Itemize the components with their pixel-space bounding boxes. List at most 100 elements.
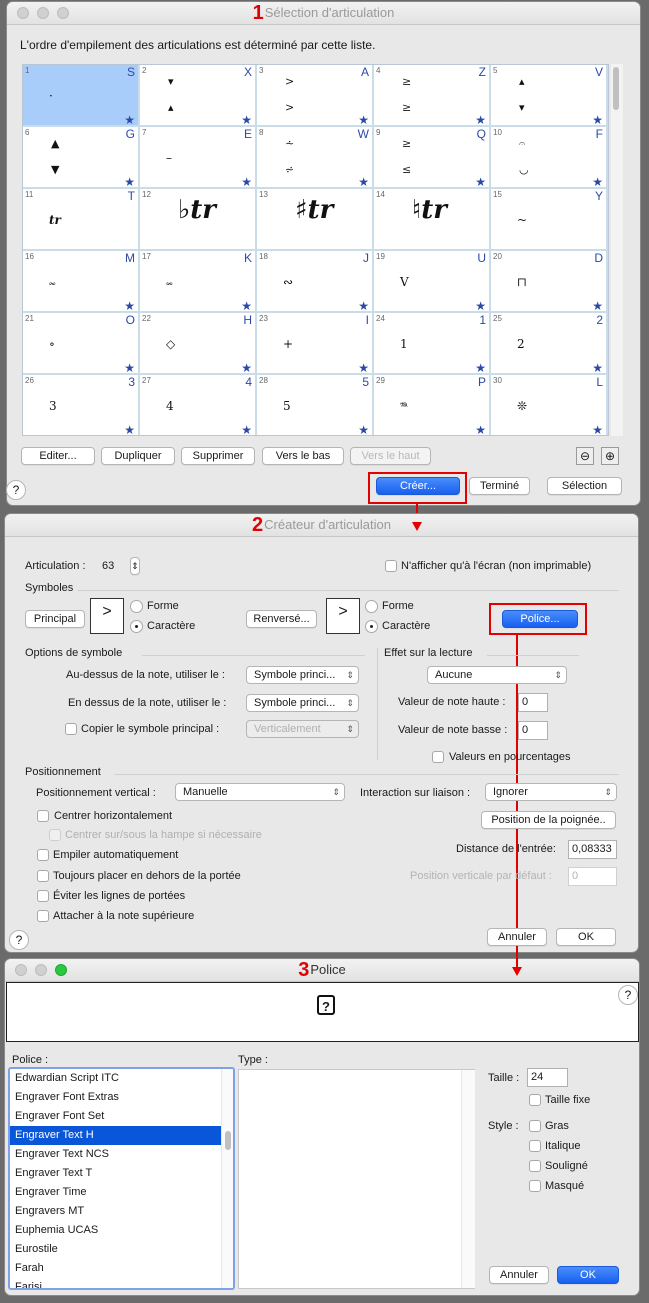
- close-window-button[interactable]: [15, 964, 27, 976]
- font-list-item[interactable]: Farisi: [10, 1278, 221, 1288]
- articulation-cell[interactable]: 1 S · ★: [23, 65, 138, 127]
- articulation-cell[interactable]: 12 ♭tr: [140, 189, 255, 249]
- minimize-window-button[interactable]: [35, 964, 47, 976]
- minimize-window-button[interactable]: [37, 7, 49, 19]
- title-bar[interactable]: 1Sélection d'articulation: [7, 2, 640, 25]
- font-list-scrollbar[interactable]: [221, 1069, 233, 1288]
- cancel-button[interactable]: Annuler: [487, 928, 547, 946]
- delete-button[interactable]: Supprimer: [181, 447, 255, 465]
- vertical-positioning-select[interactable]: Manuelle ⇕: [175, 783, 345, 801]
- type-list-scrollbar[interactable]: [461, 1070, 475, 1288]
- articulation-cell[interactable]: 11 Ttr: [23, 189, 138, 249]
- font-list-item[interactable]: Engraver Font Extras: [10, 1088, 221, 1107]
- italic-checkbox[interactable]: [529, 1140, 541, 1152]
- articulation-stepper[interactable]: ⇕: [130, 557, 140, 575]
- font-list[interactable]: Edwardian Script ITC Engraver Font Extras…: [8, 1067, 235, 1290]
- articulation-cell[interactable]: 15 Y ~: [491, 189, 606, 249]
- font-list-item[interactable]: Euphemia UCAS: [10, 1221, 221, 1240]
- flipped-symbol-button[interactable]: Renversé...: [246, 610, 317, 628]
- font-list-item[interactable]: Engraver Text T: [10, 1164, 221, 1183]
- articulation-cell[interactable]: 28 5 5 ★: [257, 375, 372, 435]
- main-symbol-button[interactable]: Principal: [25, 610, 85, 628]
- flipped-character-radio[interactable]: [365, 620, 378, 633]
- articulation-cell[interactable]: 5 V ▴ ▾ ★: [491, 65, 606, 127]
- font-list-item[interactable]: Engraver Text NCS: [10, 1145, 221, 1164]
- duplicate-button[interactable]: Dupliquer: [101, 447, 175, 465]
- articulation-cell[interactable]: 17 K 𝆘 ★: [140, 251, 255, 313]
- articulation-cell[interactable]: 23 I + ★: [257, 313, 372, 375]
- auto-stack-checkbox[interactable]: [37, 849, 49, 861]
- articulation-cell[interactable]: 4 Z ≥ ≥ ★: [374, 65, 489, 127]
- zoom-in-icon[interactable]: ⊕: [601, 447, 619, 465]
- percent-checkbox[interactable]: [432, 751, 444, 763]
- zoom-window-button[interactable]: [55, 964, 67, 976]
- main-shape-radio[interactable]: [130, 600, 143, 613]
- font-list-item[interactable]: Engraver Font Set: [10, 1107, 221, 1126]
- title-bar[interactable]: 2Créateur d'articulation: [5, 514, 638, 537]
- flipped-symbol-preview[interactable]: >: [326, 598, 360, 634]
- playback-select[interactable]: Aucune ⇕: [427, 666, 567, 684]
- close-window-button[interactable]: [17, 7, 29, 19]
- help-button[interactable]: ?: [6, 480, 26, 500]
- help-button[interactable]: ?: [618, 985, 638, 1005]
- zoom-window-button[interactable]: [57, 7, 69, 19]
- articulation-cell[interactable]: 20 D ⊓ ★: [491, 251, 606, 313]
- articulation-cell[interactable]: 9 Q ≥ ≤ ★: [374, 127, 489, 189]
- font-list-item[interactable]: Engraver Text H: [10, 1126, 221, 1145]
- font-list-scrollbar-thumb[interactable]: [225, 1131, 231, 1150]
- flipped-shape-radio[interactable]: [365, 600, 378, 613]
- bottom-note-field[interactable]: 0: [518, 721, 548, 740]
- articulation-cell[interactable]: 3 A > > ★: [257, 65, 372, 127]
- articulation-cell[interactable]: 8 W ⩪ ⩫ ★: [257, 127, 372, 189]
- help-button[interactable]: ?: [9, 930, 29, 950]
- articulation-cell[interactable]: 29 P 𝆮 ★: [374, 375, 489, 435]
- zoom-out-icon[interactable]: ⊖: [576, 447, 594, 465]
- font-list-item[interactable]: Engraver Time: [10, 1183, 221, 1202]
- cancel-button[interactable]: Annuler: [489, 1266, 549, 1284]
- type-list[interactable]: [238, 1069, 475, 1289]
- attach-top-note-checkbox[interactable]: [37, 910, 49, 922]
- articulation-cell[interactable]: 26 3 3 ★: [23, 375, 138, 435]
- hidden-checkbox[interactable]: [529, 1180, 541, 1192]
- ok-button[interactable]: OK: [556, 928, 616, 946]
- done-button[interactable]: Terminé: [469, 477, 530, 495]
- articulation-cell[interactable]: 13 ♯tr: [257, 189, 372, 249]
- articulation-cell[interactable]: 6 G ▲ ▼ ★: [23, 127, 138, 189]
- font-list-item[interactable]: Engravers MT: [10, 1202, 221, 1221]
- size-field[interactable]: 24: [527, 1068, 568, 1087]
- font-list-item[interactable]: Edwardian Script ITC: [10, 1069, 221, 1088]
- edit-button[interactable]: Editer...: [21, 447, 95, 465]
- outside-staff-checkbox[interactable]: [37, 870, 49, 882]
- articulation-cell[interactable]: 24 1 1 ★: [374, 313, 489, 375]
- font-list-item[interactable]: Farah: [10, 1259, 221, 1278]
- center-horizontally-checkbox[interactable]: [37, 810, 49, 822]
- articulation-cell[interactable]: 14 ♮tr: [374, 189, 489, 249]
- main-symbol-preview[interactable]: >: [90, 598, 124, 634]
- font-list-item[interactable]: Eurostile: [10, 1240, 221, 1259]
- main-character-radio[interactable]: [130, 620, 143, 633]
- handle-position-button[interactable]: Position de la poignée..: [481, 811, 616, 829]
- fixed-size-checkbox[interactable]: [529, 1094, 541, 1106]
- copy-main-checkbox[interactable]: [65, 723, 77, 735]
- selection-button[interactable]: Sélection: [547, 477, 622, 495]
- underline-checkbox[interactable]: [529, 1160, 541, 1172]
- above-note-select[interactable]: Symbole princi... ⇕: [246, 666, 359, 684]
- articulation-cell[interactable]: 30 L ❊ ★: [491, 375, 606, 435]
- articulation-cell[interactable]: 2 X ▾ ▴ ★: [140, 65, 255, 127]
- grid-scrollbar-thumb[interactable]: [613, 67, 619, 110]
- articulation-grid[interactable]: 1 S · ★ 2 X ▾ ▴ ★ 3 A > > ★ 4 Z ≥ ≥ ★ 5 V ▴ ▾ ★ 6 G ▲ ▼ ★ 7 E – ★ 8 W ⩪ ⩫ ★ 9 Q…: [22, 64, 609, 436]
- articulation-cell[interactable]: 22 H ◇ ★: [140, 313, 255, 375]
- articulation-cell[interactable]: 7 E – ★: [140, 127, 255, 189]
- articulation-cell[interactable]: 18 J ∾ ★: [257, 251, 372, 313]
- articulation-cell[interactable]: 19 U V ★: [374, 251, 489, 313]
- grid-scrollbar[interactable]: [611, 64, 623, 436]
- articulation-cell[interactable]: 16 M 𝆗 ★: [23, 251, 138, 313]
- top-note-field[interactable]: 0: [518, 693, 548, 712]
- screen-only-checkbox[interactable]: [385, 560, 397, 572]
- title-bar[interactable]: 3Police: [5, 959, 639, 982]
- move-down-button[interactable]: Vers le bas: [262, 447, 344, 465]
- bold-checkbox[interactable]: [529, 1120, 541, 1132]
- articulation-cell[interactable]: 27 4 4 ★: [140, 375, 255, 435]
- entry-distance-field[interactable]: 0,08333: [568, 840, 617, 859]
- tie-interaction-select[interactable]: Ignorer ⇕: [485, 783, 617, 801]
